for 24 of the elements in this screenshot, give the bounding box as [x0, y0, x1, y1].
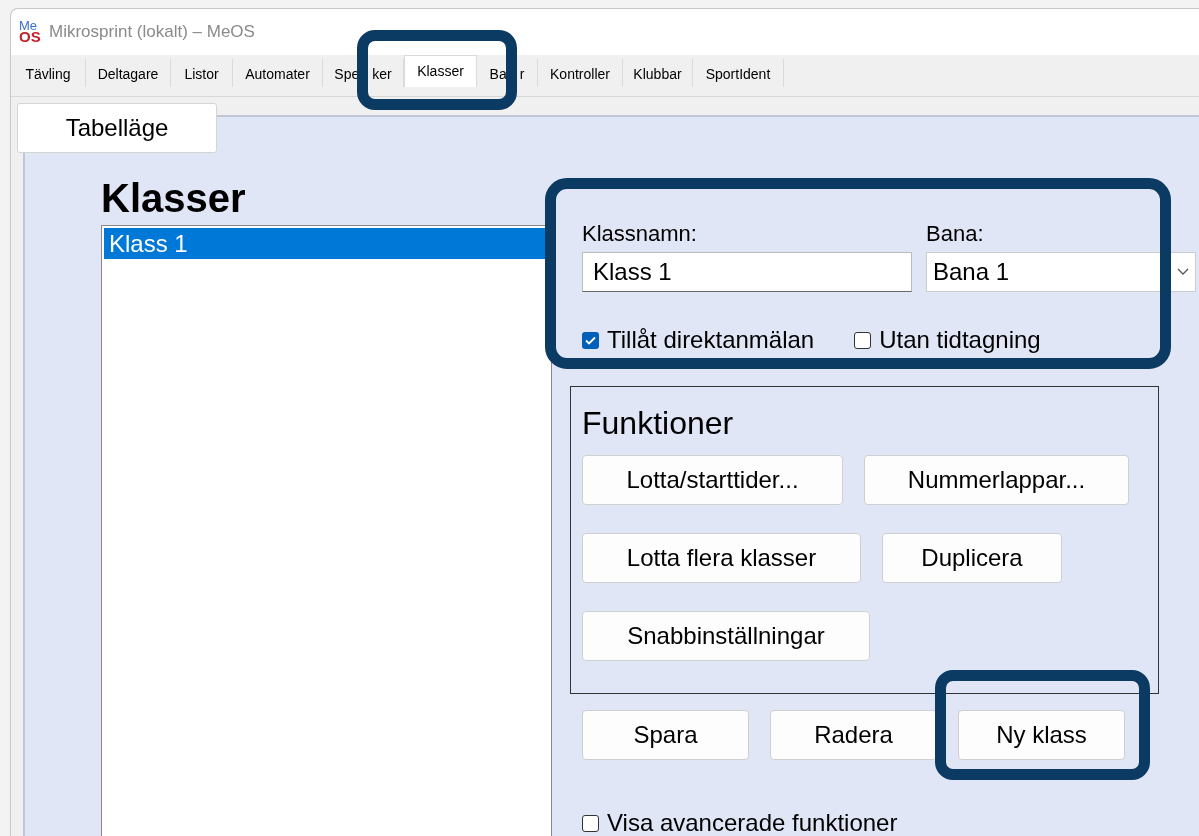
checkbox-label: Tillåt direktanmälan — [607, 325, 815, 355]
action-button[interactable]: Radera — [770, 710, 937, 760]
field-label: Bana: — [926, 220, 985, 248]
app-logo-icon: Me OS — [19, 19, 41, 45]
function-button[interactable]: Lotta/starttider... — [582, 455, 843, 505]
function-button[interactable]: Duplicera — [882, 533, 1062, 583]
window-title: Mikrosprint (lokalt) – MeOS — [49, 21, 255, 44]
chevron-down-icon — [1177, 268, 1189, 276]
tab[interactable]: Klasser — [404, 55, 477, 87]
field-label: Klassnamn: — [582, 220, 698, 248]
action-button[interactable]: Spara — [582, 710, 749, 760]
class-name-field[interactable]: Klass 1 — [582, 252, 912, 292]
function-button[interactable]: Nummerlappar... — [864, 455, 1129, 505]
function-button[interactable]: Lotta flera klasser — [582, 533, 861, 583]
page-heading: Klasser — [101, 175, 247, 222]
checkbox-label: Utan tidtagning — [879, 325, 1041, 355]
function-button[interactable]: Snabbinställningar — [582, 611, 870, 661]
group-title: Funktioner — [582, 404, 735, 443]
course-dropdown[interactable]: Bana 1 — [926, 252, 1196, 292]
action-button[interactable]: Ny klass — [958, 710, 1125, 760]
class-list[interactable]: Klass 1 — [101, 225, 552, 836]
checkbox-label: Visa avancerade funktioner — [607, 808, 898, 836]
table-mode-button[interactable]: Tabelläge — [17, 103, 217, 153]
checkmark-icon — [585, 335, 596, 345]
